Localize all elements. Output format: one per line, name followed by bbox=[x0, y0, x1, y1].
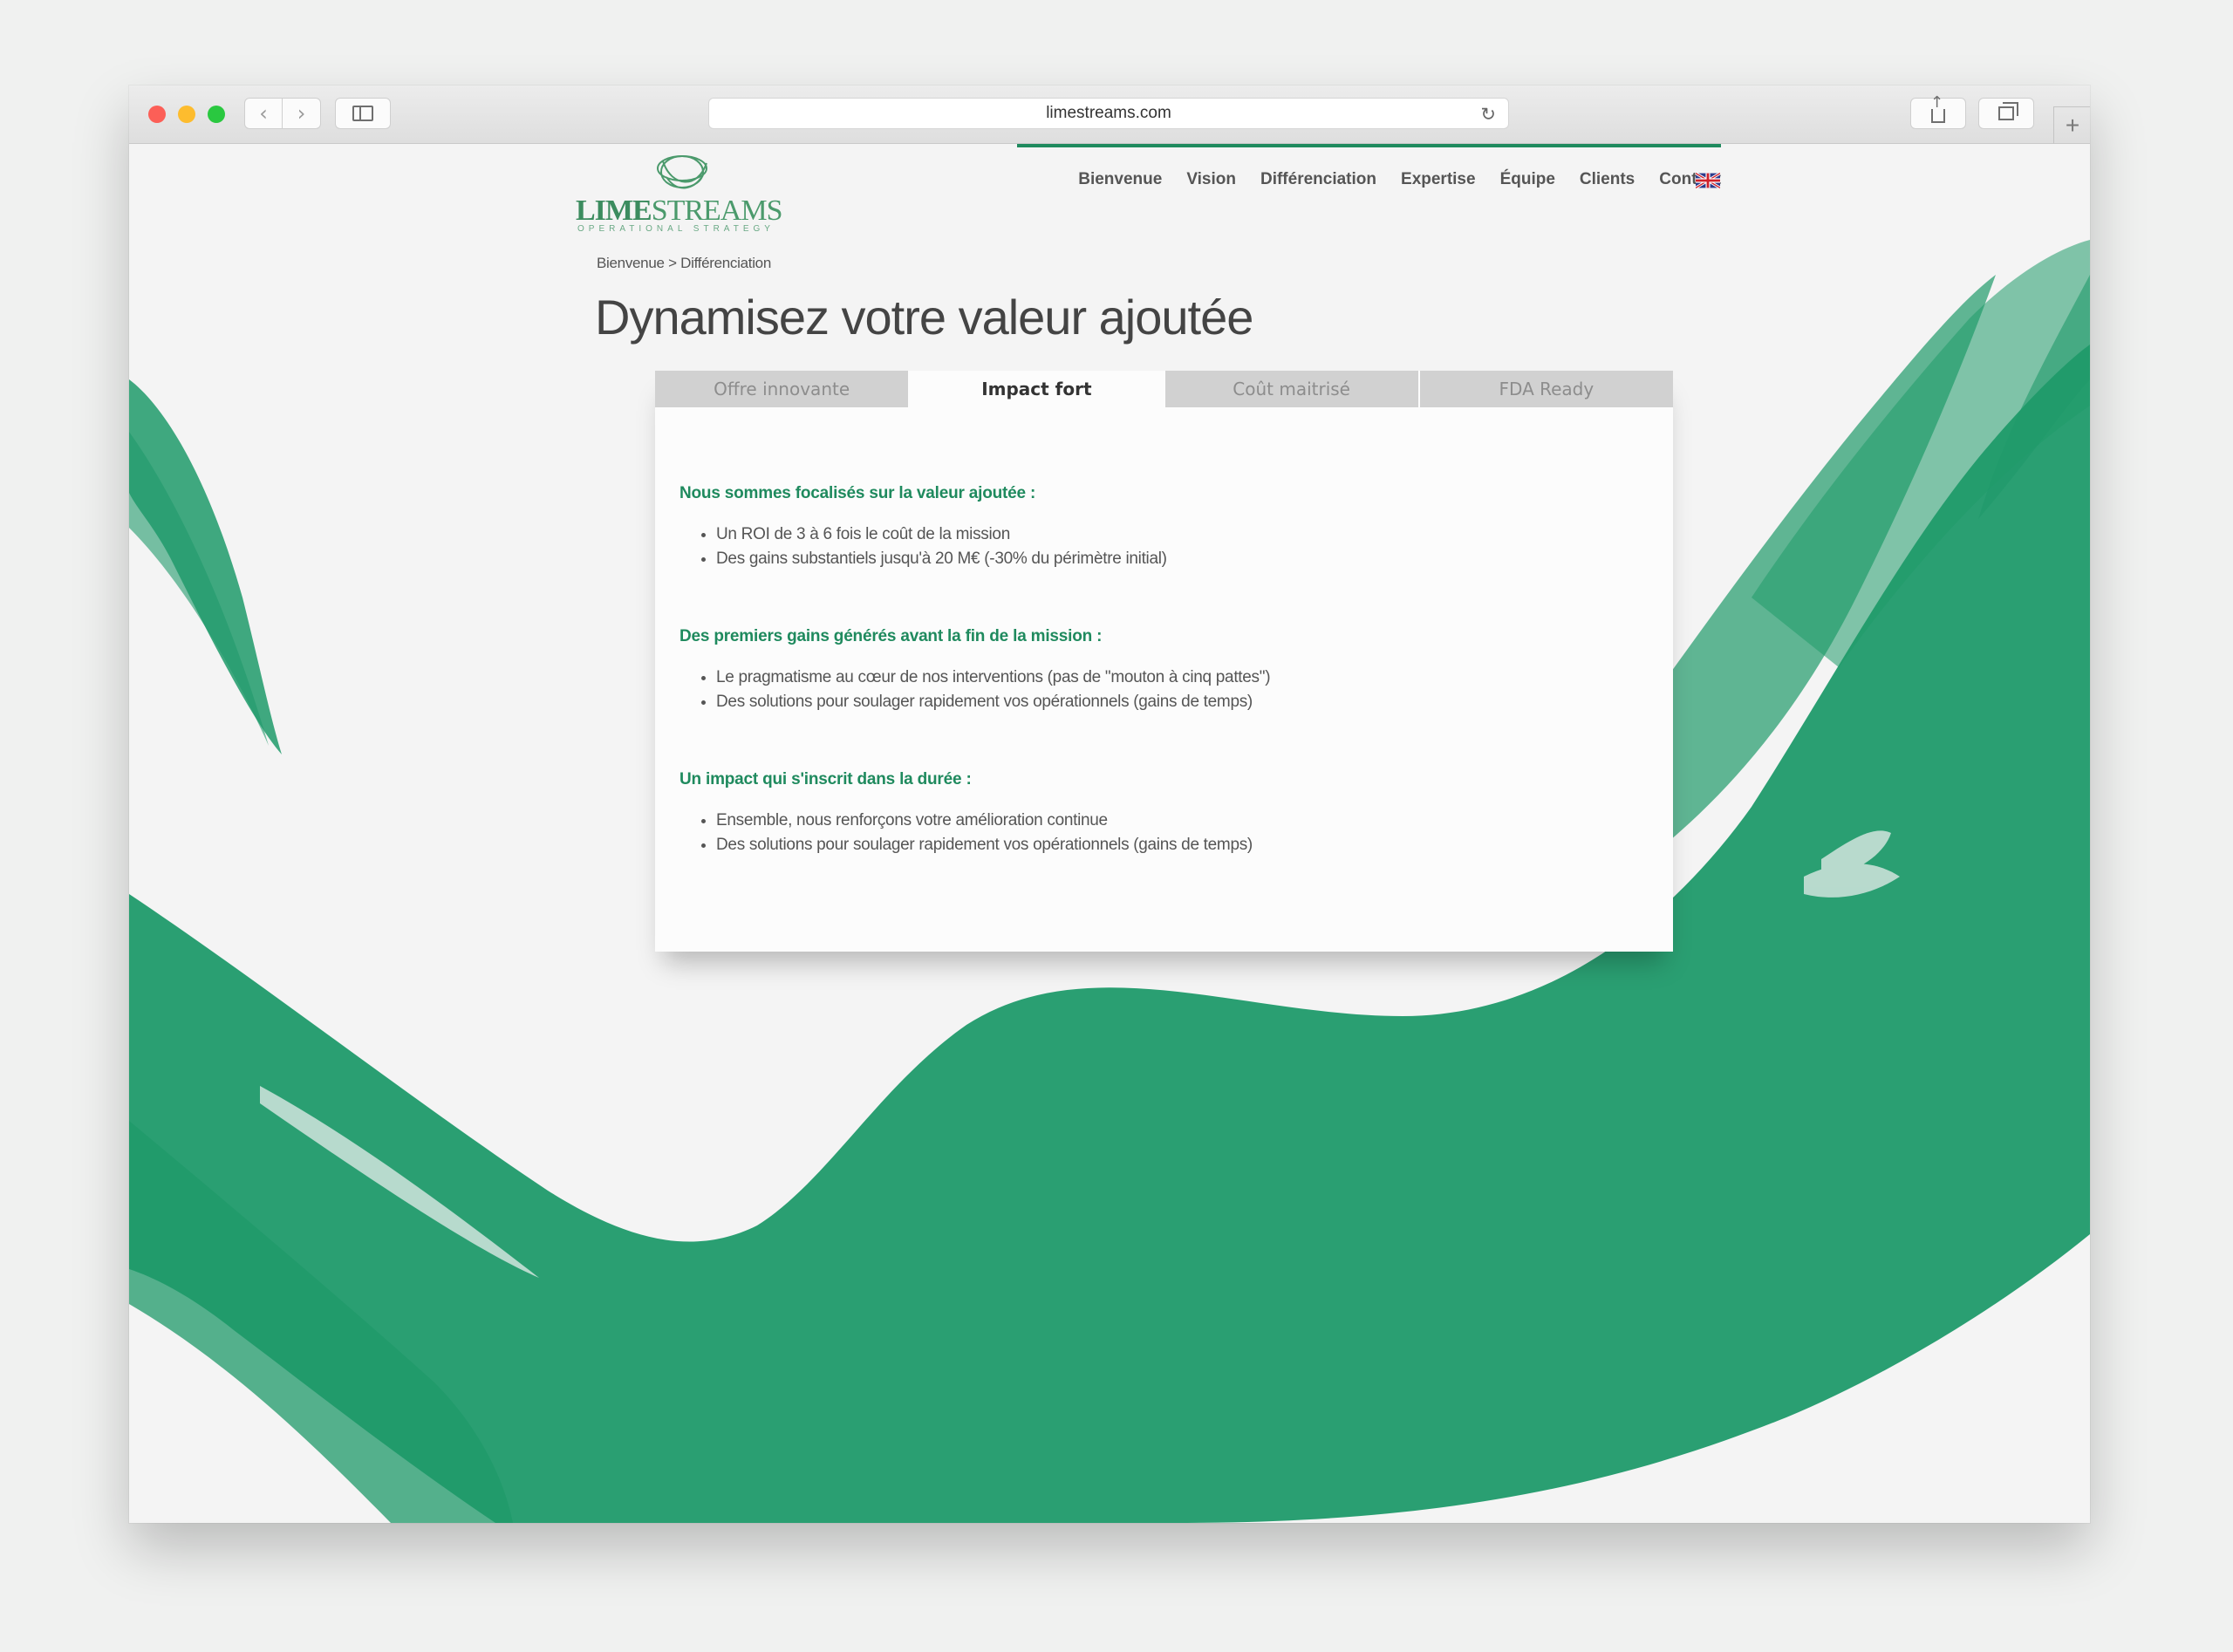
chevron-right-icon: › bbox=[297, 101, 306, 126]
sidebar-toggle-button[interactable] bbox=[335, 98, 391, 129]
bullet-list: Ensemble, nous renforçons votre améliora… bbox=[679, 809, 1639, 857]
list-item: Le pragmatisme au cœur de nos interventi… bbox=[716, 666, 1639, 690]
tab-impact-fort[interactable]: Impact fort bbox=[908, 371, 1164, 407]
url-text: limestreams.com bbox=[1046, 104, 1171, 122]
bullet-list: Un ROI de 3 à 6 fois le coût de la missi… bbox=[679, 522, 1639, 571]
bullet-list: Le pragmatisme au cœur de nos interventi… bbox=[679, 666, 1639, 714]
back-button[interactable]: ‹ bbox=[244, 98, 283, 129]
reload-icon[interactable]: ↻ bbox=[1480, 104, 1496, 125]
section-heading: Un impact qui s'inscrit dans la durée : bbox=[679, 770, 972, 788]
tabs-icon bbox=[1998, 102, 2018, 120]
address-bar[interactable]: limestreams.com ↻ bbox=[708, 98, 1509, 129]
page-title: Dynamisez votre valeur ajoutée bbox=[595, 290, 1253, 345]
sidebar-icon bbox=[352, 106, 373, 121]
section-valeur-ajoutee: Nous sommes focalisés sur la valeur ajou… bbox=[679, 484, 1639, 571]
page-viewport: LIMESTREAMS OPERATIONAL STRATEGY Bienven… bbox=[129, 144, 2090, 1523]
section-heading: Des premiers gains générés avant la fin … bbox=[679, 627, 1103, 645]
section-heading: Nous sommes focalisés sur la valeur ajou… bbox=[679, 484, 1036, 502]
logo-tagline: OPERATIONAL STRATEGY bbox=[577, 224, 775, 234]
nav-item-differenciation[interactable]: Différenciation bbox=[1260, 170, 1376, 189]
minimize-window-button[interactable] bbox=[178, 106, 195, 123]
tab-offre-innovante[interactable]: Offre innovante bbox=[655, 371, 909, 407]
list-item: Ensemble, nous renforçons votre améliora… bbox=[716, 809, 1639, 833]
plus-icon: + bbox=[2065, 112, 2080, 139]
tab-cout-maitrise[interactable]: Coût maitrisé bbox=[1163, 371, 1418, 407]
chevron-left-icon: ‹ bbox=[259, 101, 268, 126]
tab-content: Nous sommes focalisés sur la valeur ajou… bbox=[679, 484, 1639, 913]
list-item: Des solutions pour soulager rapidement v… bbox=[716, 690, 1639, 714]
main-navigation: Bienvenue Vision Différenciation Experti… bbox=[1054, 170, 1721, 189]
nav-item-equipe[interactable]: Équipe bbox=[1500, 170, 1555, 189]
nav-item-bienvenue[interactable]: Bienvenue bbox=[1078, 170, 1162, 189]
share-icon bbox=[1930, 93, 1945, 123]
tab-fda-ready[interactable]: FDA Ready bbox=[1417, 371, 1673, 407]
zoom-window-button[interactable] bbox=[208, 106, 225, 123]
breadcrumb[interactable]: Bienvenue > Différenciation bbox=[597, 255, 771, 272]
nav-item-clients[interactable]: Clients bbox=[1580, 170, 1635, 189]
uk-flag-icon[interactable] bbox=[1696, 173, 1720, 188]
nav-item-vision[interactable]: Vision bbox=[1186, 170, 1236, 189]
tab-bar: Offre innovante Impact fort Coût maitris… bbox=[655, 371, 1673, 407]
nav-item-expertise[interactable]: Expertise bbox=[1401, 170, 1476, 189]
close-window-button[interactable] bbox=[148, 106, 166, 123]
forward-button[interactable]: › bbox=[283, 98, 321, 129]
browser-window: ‹ › limestreams.com ↻ + bbox=[129, 85, 2090, 1523]
section-impact-duree: Un impact qui s'inscrit dans la durée : … bbox=[679, 770, 1639, 857]
nav-accent-line bbox=[1017, 144, 1721, 147]
browser-toolbar: ‹ › limestreams.com ↻ + bbox=[129, 85, 2090, 144]
logo-wordmark[interactable]: LIMESTREAMS bbox=[576, 195, 783, 228]
content-card: Offre innovante Impact fort Coût maitris… bbox=[655, 371, 1673, 952]
show-tabs-button[interactable] bbox=[1978, 98, 2034, 129]
list-item: Des gains substantiels jusqu'à 20 M€ (-3… bbox=[716, 547, 1639, 571]
list-item: Un ROI de 3 à 6 fois le coût de la missi… bbox=[716, 522, 1639, 547]
new-tab-button[interactable]: + bbox=[2053, 106, 2090, 144]
list-item: Des solutions pour soulager rapidement v… bbox=[716, 833, 1639, 857]
section-premiers-gains: Des premiers gains générés avant la fin … bbox=[679, 627, 1639, 714]
share-button[interactable] bbox=[1910, 93, 1966, 129]
